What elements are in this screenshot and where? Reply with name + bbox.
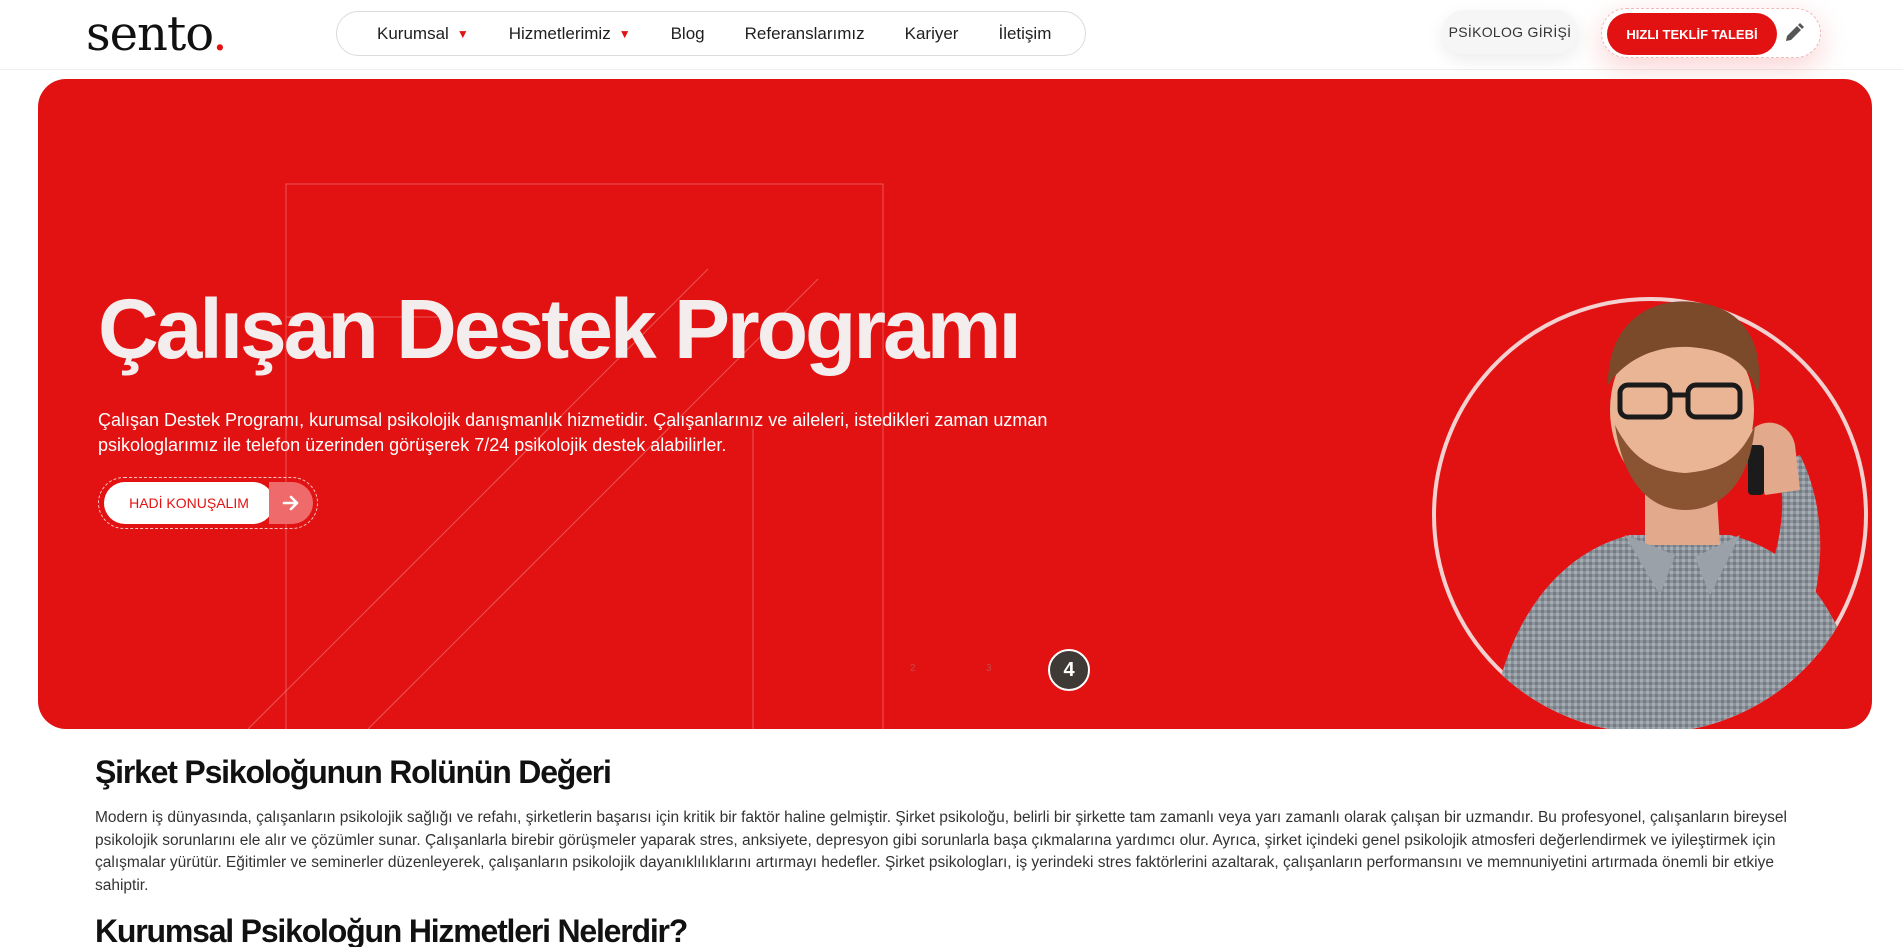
hero-cta-group: HADİ KONUŞALIM — [98, 477, 318, 529]
quote-cta-group: HIZLI TEKLİF TALEBİ — [1601, 8, 1821, 58]
hero-description: Çalışan Destek Programı, kurumsal psikol… — [98, 410, 1048, 455]
man-on-phone-portrait — [1432, 297, 1868, 729]
site-header: sento. Kurumsal ▼ Hizmetlerimiz ▼ Blog R… — [0, 0, 1903, 70]
slide-dot[interactable]: 2 — [910, 663, 916, 674]
nav-item-blog[interactable]: Blog — [671, 24, 705, 44]
arrow-right-icon[interactable] — [269, 482, 313, 524]
nav-item-iletisim[interactable]: İletişim — [998, 24, 1051, 44]
hero-banner: Çalışan Destek Programı Çalışan Destek P… — [38, 79, 1872, 729]
section-title: Kurumsal Psikoloğun Hizmetleri Nelerdir? — [95, 913, 688, 947]
pencil-icon[interactable] — [1782, 21, 1806, 45]
slider-pagination: 2 3 4 — [868, 649, 1108, 693]
nav-item-label: Kurumsal — [377, 23, 449, 43]
nav-item-label: İletişim — [998, 23, 1052, 43]
nav-item-kariyer[interactable]: Kariyer — [905, 24, 959, 44]
talk-button[interactable]: HADİ KONUŞALIM — [104, 482, 274, 524]
hero-title: Çalışan Destek Programı — [98, 282, 1022, 376]
logo[interactable]: sento. — [86, 4, 228, 64]
nav-item-label: Blog — [670, 23, 705, 43]
nav-item-kurumsal[interactable]: Kurumsal ▼ — [377, 24, 469, 44]
psikolog-login-button[interactable]: PSİKOLOG GİRİŞİ — [1442, 10, 1578, 54]
nav-item-label: Hizmetlerimiz — [508, 23, 611, 43]
quick-quote-button[interactable]: HIZLI TEKLİF TALEBİ — [1607, 13, 1777, 55]
nav-item-referanslarimiz[interactable]: Referanslarımız — [745, 24, 865, 44]
slide-dot[interactable]: 3 — [986, 663, 992, 674]
nav-item-label: Referanslarımız — [744, 23, 865, 43]
chevron-down-icon: ▼ — [456, 26, 469, 41]
logo-dot: . — [212, 6, 227, 62]
section-body: Modern iş dünyasında, çalışanların psiko… — [95, 809, 1787, 894]
main-nav: Kurumsal ▼ Hizmetlerimiz ▼ Blog Referans… — [336, 11, 1086, 56]
section-title: Şirket Psikoloğunun Rolünün Değeri — [95, 754, 612, 790]
nav-item-label: Kariyer — [904, 23, 959, 43]
slide-dot-active[interactable]: 4 — [1048, 649, 1090, 691]
chevron-down-icon: ▼ — [618, 26, 631, 41]
nav-item-hizmetlerimiz[interactable]: Hizmetlerimiz ▼ — [509, 24, 631, 44]
logo-text: sento — [86, 6, 213, 62]
